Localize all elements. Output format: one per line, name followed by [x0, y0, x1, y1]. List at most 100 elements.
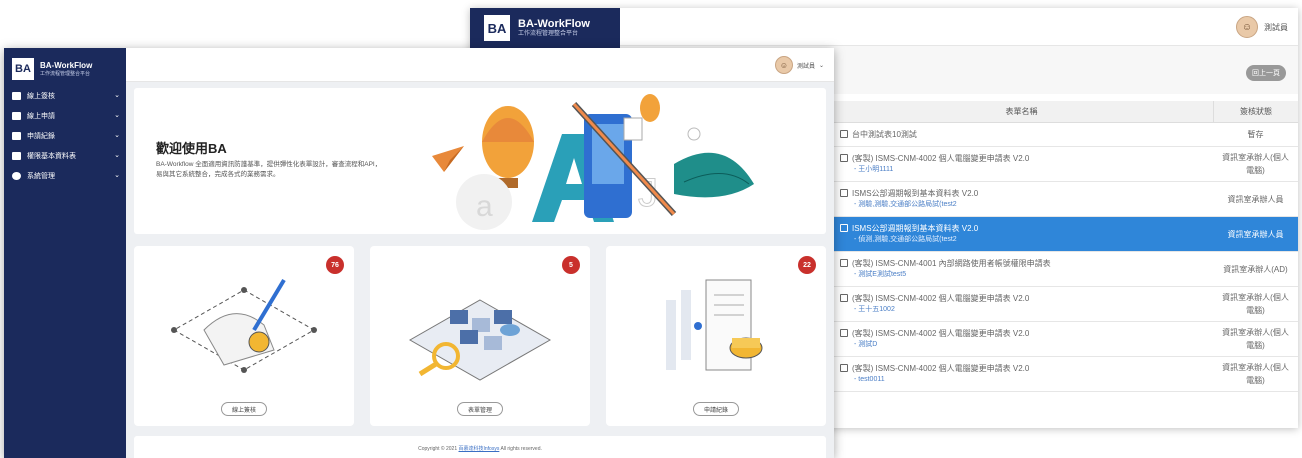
- back-avatar: ☺: [1236, 16, 1258, 38]
- back-button[interactable]: 回上一頁: [1246, 65, 1286, 81]
- form-name-cell[interactable]: (客製) ISMS-CNM-4002 個人電腦變更申請表 V2.0- 王小明11…: [830, 147, 1213, 181]
- sidebar-item-apply-records[interactable]: 申請紀錄 ⌄: [4, 126, 126, 146]
- chevron-down-icon: ⌄: [114, 172, 120, 179]
- pending-count-badge: 5: [562, 256, 580, 274]
- form-management-button[interactable]: 表單管理: [456, 402, 504, 416]
- apply-records-card[interactable]: 22 申請紀錄: [606, 246, 826, 426]
- apply-records-button[interactable]: 申請紀錄: [692, 402, 740, 416]
- edit-icon[interactable]: [840, 189, 848, 197]
- table-row[interactable]: (客製) ISMS-CNM-4001 內部網路使用者帳號權限申請表 - 測試E測試…: [830, 252, 1298, 287]
- sidebar-menu: 線上簽核 ⌄ 線上申請 ⌄ 申請紀錄 ⌄ 權限基本資料表 ⌄ 系統管理 ⌄: [4, 86, 126, 186]
- status-cell: 資訊室承辦人員: [1227, 194, 1284, 204]
- table-row[interactable]: 台中測試表10測試 暫存: [830, 123, 1298, 147]
- edit-icon: [12, 92, 21, 100]
- status-cell: 資訊室承辦人員: [1213, 217, 1298, 251]
- edit-icon[interactable]: [840, 224, 848, 232]
- form-name-cell[interactable]: ISMS公部週期報到基本資料表 V2.0- 測驗,測驗,交通部公路局試(test…: [830, 182, 1213, 216]
- back-logo[interactable]: BA BA-WorkFlow 工作流程管理整合平台: [484, 15, 590, 41]
- front-logo-mark: BA: [12, 58, 34, 80]
- form-name-cell[interactable]: ISMS公部週期報到基本資料表 V2.0- 偵測,測驗,交通部公路局試(test…: [830, 217, 1213, 251]
- svg-text:a: a: [476, 190, 493, 223]
- table-body: 台中測試表10測試 暫存 (客製) ISMS-CNM-4002 個人電腦變更申請表 …: [830, 123, 1298, 392]
- front-user-menu[interactable]: ☺ 測試員 ⌄: [774, 56, 824, 74]
- edit-icon[interactable]: [840, 259, 848, 267]
- front-logo[interactable]: BA BA-WorkFlow 工作流程管理整合平台: [12, 58, 92, 80]
- status-cell: 資訊室承辦人(個人電腦): [1222, 293, 1289, 315]
- welcome-title: 歡迎使用BA: [156, 141, 227, 156]
- table-row[interactable]: (客製) ISMS-CNM-4002 個人電腦變更申請表 V2.0- test0…: [830, 357, 1298, 392]
- sidebar-item-online-sign[interactable]: 線上簽核 ⌄: [4, 86, 126, 106]
- applicant-link[interactable]: - test0011: [854, 374, 1203, 385]
- table-row[interactable]: ISMS公部週期報到基本資料表 V2.0- 測驗,測驗,交通部公路局試(test…: [830, 182, 1298, 217]
- copyright-text: Copyright © 2021: [418, 446, 459, 452]
- table-row[interactable]: (客製) ISMS-CNM-4002 個人電腦變更申請表 V2.0- 王小明11…: [830, 147, 1298, 182]
- form-name: ISMS公部週期報到基本資料表 V2.0: [852, 189, 979, 198]
- pending-count-badge: 76: [326, 256, 344, 274]
- form-name-cell[interactable]: (客製) ISMS-CNM-4001 內部網路使用者帳號權限申請表 - 測試E測試…: [830, 252, 1213, 286]
- status-cell: 暫存: [1247, 130, 1264, 139]
- applicant-link[interactable]: - 測驗,測驗,交通部公路局試(test2: [854, 199, 1203, 210]
- back-user-menu[interactable]: ☺ 測試員: [1236, 16, 1288, 38]
- form-table: 表單名稱 簽核狀態 台中測試表10測試 暫存 (客製) ISMS-CNM-4002 …: [830, 100, 1298, 392]
- pending-count-badge: 22: [798, 256, 816, 274]
- form-name-cell[interactable]: (客製) ISMS-CNM-4002 個人電腦變更申請表 V2.0- test0…: [830, 357, 1213, 391]
- online-sign-card[interactable]: 76 線上簽核: [134, 246, 354, 426]
- table-header: 表單名稱 簽核狀態: [830, 100, 1298, 123]
- sidebar-item-permission-data[interactable]: 權限基本資料表 ⌄: [4, 146, 126, 166]
- chevron-down-icon: ⌄: [114, 112, 120, 119]
- status-cell: 資訊室承辦人(個人電腦): [1222, 153, 1289, 175]
- back-app-name: BA-WorkFlow: [518, 18, 590, 30]
- form-name-cell[interactable]: (客製) ISMS-CNM-4002 個人電腦變更申請表 V2.0- 王十五10…: [830, 287, 1213, 321]
- front-app-name: BA-WorkFlow: [40, 60, 93, 70]
- front-header: ☺ 測試員 ⌄: [126, 48, 834, 82]
- users-icon: [12, 152, 21, 160]
- table-row[interactable]: (客製) ISMS-CNM-4002 個人電腦變更申請表 V2.0- 測試D 資訊…: [830, 322, 1298, 357]
- chevron-down-icon: ⌄: [818, 62, 824, 69]
- applicant-link[interactable]: - 測試D: [854, 339, 1203, 350]
- signing-illustration: [171, 278, 317, 373]
- chevron-down-icon: ⌄: [114, 132, 120, 139]
- front-avatar: ☺: [774, 56, 793, 74]
- status-cell: 資訊室承辦人(個人電腦): [1222, 363, 1289, 385]
- form-name-cell[interactable]: (客製) ISMS-CNM-4002 個人電腦變更申請表 V2.0- 測試D: [830, 322, 1213, 356]
- column-header-form-name[interactable]: 表單名稱: [830, 106, 1213, 117]
- front-app-subtitle: 工作流程管理整合平台: [40, 70, 91, 77]
- form-name: (客製) ISMS-CNM-4002 個人電腦變更申請表 V2.0: [852, 294, 1030, 303]
- chevron-down-icon: ⌄: [114, 152, 120, 159]
- form-name: (客製) ISMS-CNM-4002 個人電腦變更申請表 V2.0: [852, 329, 1030, 338]
- edit-icon[interactable]: [840, 364, 848, 372]
- edit-icon[interactable]: [840, 130, 848, 138]
- edit-icon[interactable]: [840, 329, 848, 337]
- column-header-status[interactable]: 簽核狀態: [1213, 100, 1298, 123]
- table-row[interactable]: (客製) ISMS-CNM-4002 個人電腦變更申請表 V2.0- 王十五10…: [830, 287, 1298, 322]
- form-name-cell[interactable]: 台中測試表10測試: [830, 123, 1213, 146]
- applicant-link[interactable]: - 王小明1111: [854, 164, 1203, 175]
- hero-illustration: a J: [432, 94, 754, 230]
- sidebar-item-online-apply[interactable]: 線上申請 ⌄: [4, 106, 126, 126]
- status-cell: 資訊室承辦人(個人電腦): [1222, 328, 1289, 350]
- list-icon: [12, 132, 21, 140]
- welcome-banner: 歡迎使用BA BA-Workflow 全面適用資訊防護基準，提供彈性化表單設計，…: [134, 88, 826, 234]
- pencil-icon: [12, 112, 21, 120]
- front-sidebar: BA BA-WorkFlow 工作流程管理整合平台 線上簽核 ⌄ 線上申請 ⌄: [4, 48, 126, 458]
- screenshot-stage: BA BA-WorkFlow 工作流程管理整合平台 ☺ 測試員 回上一頁 表單名…: [0, 0, 1302, 458]
- edit-icon[interactable]: [840, 154, 848, 162]
- front-window: BA BA-WorkFlow 工作流程管理整合平台 線上簽核 ⌄ 線上申請 ⌄: [4, 48, 834, 458]
- table-row[interactable]: ISMS公部週期報到基本資料表 V2.0- 偵測,測驗,交通部公路局試(test…: [830, 217, 1298, 252]
- applicant-link[interactable]: - 測試E測試test5: [854, 269, 1203, 280]
- online-sign-button[interactable]: 線上簽核: [220, 402, 268, 416]
- back-logo-mark: BA: [484, 15, 510, 41]
- form-name: (客製) ISMS-CNM-4001 內部網路使用者帳號權限申請表: [852, 259, 1051, 268]
- back-app-subtitle: 工作流程管理整合平台: [518, 31, 579, 37]
- form-name: (客製) ISMS-CNM-4002 個人電腦變更申請表 V2.0: [852, 154, 1030, 163]
- applicant-link[interactable]: - 偵測,測驗,交通部公路局試(test2: [854, 234, 1203, 245]
- back-user-name: 測試員: [1264, 22, 1288, 32]
- back-header: ☺ 測試員: [620, 8, 1298, 46]
- front-user-name: 測試員: [796, 63, 815, 70]
- edit-icon[interactable]: [840, 294, 848, 302]
- sidebar-item-label: 線上簽核: [27, 93, 55, 100]
- applicant-link[interactable]: - 王十五1002: [854, 304, 1203, 315]
- sidebar-item-system-admin[interactable]: 系統管理 ⌄: [4, 166, 126, 186]
- company-link[interactable]: 百慕達科技Infosys: [459, 446, 500, 452]
- form-management-card[interactable]: 5 表單管理: [370, 246, 590, 426]
